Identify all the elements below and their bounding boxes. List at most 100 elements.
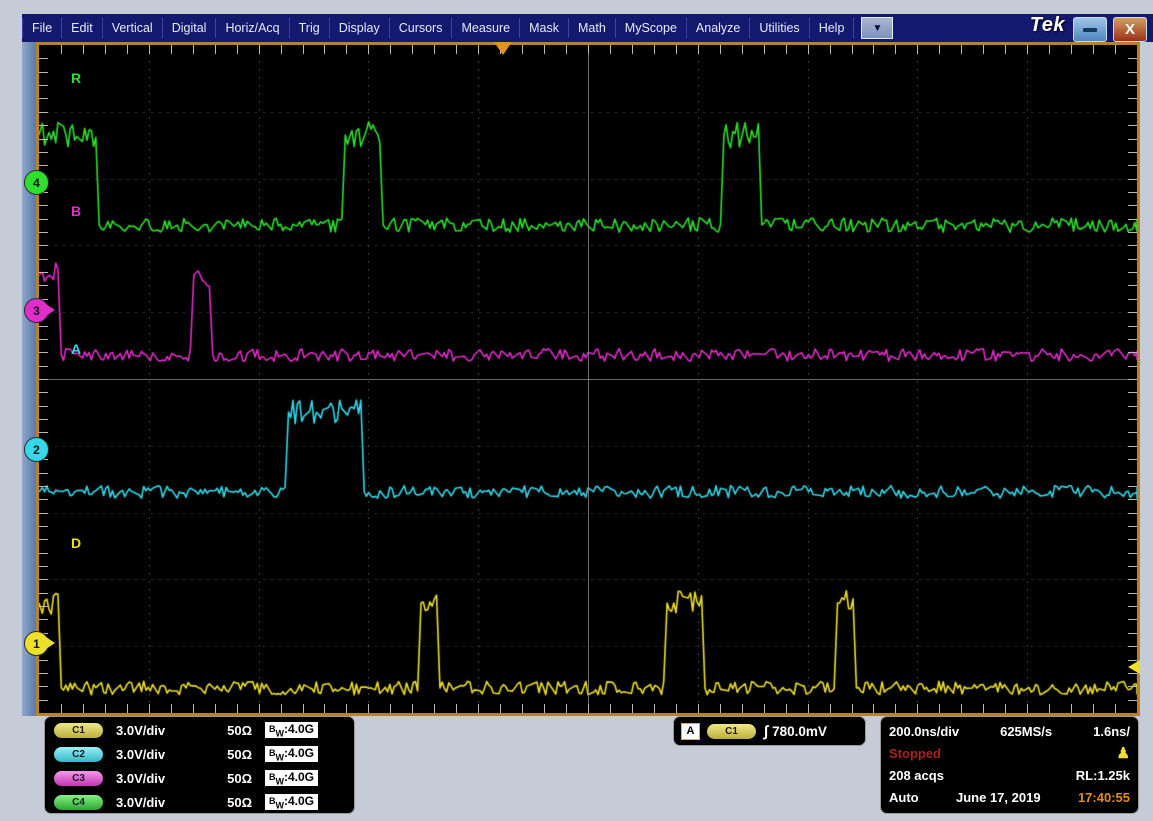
- menu-item-cursors[interactable]: Cursors: [390, 18, 453, 38]
- graticule-tick: [1128, 165, 1137, 166]
- graticule-tick: [39, 245, 48, 246]
- menu-item-edit[interactable]: Edit: [62, 18, 103, 38]
- graticule-tick: [632, 45, 633, 54]
- graticule-tick: [39, 352, 48, 353]
- graticule-tick: [961, 45, 962, 54]
- channel-badge-c3[interactable]: C3: [54, 771, 103, 786]
- graticule-tick: [281, 45, 282, 54]
- graticule-tick: [193, 45, 194, 54]
- graticule-tick: [368, 45, 369, 54]
- vertical-row-c1[interactable]: C1 3.0V/div 50Ω BW:4.0G: [45, 719, 354, 741]
- graticule-tick: [215, 704, 216, 713]
- channel-impedance-c2: 50Ω: [204, 747, 252, 762]
- channel-bandwidth-c2[interactable]: BW:4.0G: [264, 745, 319, 763]
- graticule-tick: [1128, 98, 1137, 99]
- channel-bandwidth-c4[interactable]: BW:4.0G: [264, 793, 319, 811]
- graticule-tick: [39, 566, 48, 567]
- graticule-tick: [39, 285, 48, 286]
- graticule-tick: [61, 45, 62, 54]
- menu-item-display[interactable]: Display: [330, 18, 390, 38]
- channel-handle-2[interactable]: 2: [24, 437, 49, 462]
- graticule-tick: [434, 45, 435, 54]
- time-per-div[interactable]: 200.0ns/div: [889, 724, 959, 739]
- menu-item-utilities[interactable]: Utilities: [750, 18, 809, 38]
- waveform-display[interactable]: RBAD: [36, 42, 1140, 716]
- graticule-tick: [39, 526, 48, 527]
- record-length: RL:1.25k: [1076, 768, 1130, 783]
- graticule-tick: [1128, 700, 1137, 701]
- grid-line-horizontal: [39, 579, 1137, 580]
- graticule-tick: [1128, 85, 1137, 86]
- graticule-tick: [281, 704, 282, 713]
- graticule-tick: [39, 98, 48, 99]
- graticule-tick: [632, 704, 633, 713]
- menu-item-myscope[interactable]: MyScope: [616, 18, 687, 38]
- graticule-tick: [1128, 326, 1137, 327]
- oscilloscope-window: File Edit Vertical Digital Horiz/Acq Tri…: [0, 0, 1153, 821]
- channel-bandwidth-c3[interactable]: BW:4.0G: [264, 769, 319, 787]
- trigger-level-value[interactable]: 780.0mV: [772, 724, 827, 739]
- graticule-tick: [127, 704, 128, 713]
- graticule-tick: [1128, 152, 1137, 153]
- graticule-tick: [1128, 432, 1137, 433]
- graticule-tick: [193, 704, 194, 713]
- graticule-tick: [1128, 579, 1137, 580]
- minimize-button[interactable]: [1073, 17, 1107, 42]
- grid-line-horizontal: [39, 179, 1137, 180]
- vertical-row-c3[interactable]: C3 3.0V/div 50Ω BW:4.0G: [45, 767, 354, 789]
- menu-item-file[interactable]: File: [22, 18, 62, 38]
- graticule-tick: [1128, 72, 1137, 73]
- menu-item-help[interactable]: Help: [810, 18, 855, 38]
- graticule-tick: [39, 619, 48, 620]
- channel-badge-c2[interactable]: C2: [54, 747, 103, 762]
- menu-item-horiz-acq[interactable]: Horiz/Acq: [216, 18, 289, 38]
- channel-handle-4[interactable]: 4: [24, 170, 49, 195]
- graticule-tick: [434, 704, 435, 713]
- chevron-down-icon[interactable]: ▼: [861, 17, 893, 39]
- graticule-tick: [720, 704, 721, 713]
- menu-item-measure[interactable]: Measure: [452, 18, 520, 38]
- graticule-tick: [1128, 406, 1137, 407]
- graticule-tick: [303, 45, 304, 54]
- graticule-tick: [1128, 179, 1137, 180]
- vertical-row-c4[interactable]: C4 3.0V/div 50Ω BW:4.0G: [45, 791, 354, 813]
- graticule-tick: [1128, 58, 1137, 59]
- graticule-tick: [215, 45, 216, 54]
- menu-item-analyze[interactable]: Analyze: [687, 18, 750, 38]
- trigger-level-marker[interactable]: [1128, 660, 1140, 674]
- menu-item-digital[interactable]: Digital: [163, 18, 217, 38]
- grid-line-horizontal: [39, 646, 1137, 647]
- graticule-tick: [303, 704, 304, 713]
- trigger-readout-panel[interactable]: A C1 ∫ 780.0mV: [673, 716, 866, 746]
- channel-badge-c4[interactable]: C4: [54, 795, 103, 810]
- menu-item-math[interactable]: Math: [569, 18, 616, 38]
- graticule-tick: [1093, 704, 1094, 713]
- channel-bandwidth-c1[interactable]: BW:4.0G: [264, 721, 319, 739]
- graticule-tick: [39, 606, 48, 607]
- vertical-row-c2[interactable]: C2 3.0V/div 50Ω BW:4.0G: [45, 743, 354, 765]
- graticule-tick: [39, 660, 48, 661]
- graticule-tick: [39, 219, 48, 220]
- trigger-slope-icon[interactable]: ∫: [764, 723, 768, 740]
- waveform-label-d: D: [71, 535, 81, 551]
- trigger-position-marker[interactable]: [494, 42, 512, 55]
- menu-item-vertical[interactable]: Vertical: [103, 18, 163, 38]
- menu-item-trig[interactable]: Trig: [290, 18, 330, 38]
- graticule-tick: [1128, 526, 1137, 527]
- channel-1-arrow-icon: [46, 637, 55, 649]
- close-button[interactable]: X: [1113, 17, 1147, 42]
- trigger-source-tag[interactable]: A: [681, 723, 700, 740]
- channel-badge-c1[interactable]: C1: [54, 723, 103, 738]
- graticule-tick: [1128, 646, 1137, 647]
- graticule-tick: [324, 704, 325, 713]
- graticule-tick: [1128, 339, 1137, 340]
- graticule-tick: [895, 45, 896, 54]
- graticule-tick: [522, 45, 523, 54]
- graticule-tick: [1128, 125, 1137, 126]
- channel-scale-c1: 3.0V/div: [116, 723, 204, 738]
- graticule-tick: [39, 686, 48, 687]
- graticule: RBAD: [39, 45, 1137, 713]
- graticule-tick: [39, 486, 48, 487]
- trigger-channel-badge[interactable]: C1: [707, 724, 756, 739]
- menu-item-mask[interactable]: Mask: [520, 18, 569, 38]
